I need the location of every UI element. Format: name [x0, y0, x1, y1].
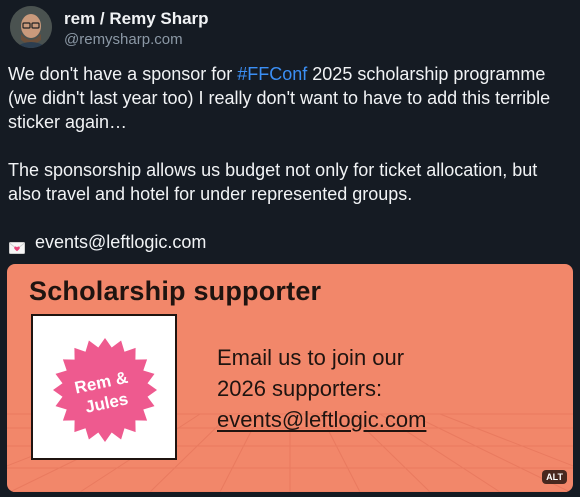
alt-button[interactable]: ALT [542, 470, 567, 484]
hashtag-link[interactable]: #FFConf [237, 64, 307, 84]
post-paragraph-1: We don't have a sponsor for #FFConf 2025… [8, 62, 574, 134]
starburst-badge-icon: Rem & Jules [53, 338, 157, 442]
author-handle[interactable]: @remysharp.com [64, 30, 209, 50]
post-email: events@leftlogic.com [35, 232, 207, 252]
post-body: We don't have a sponsor for #FFConf 2025… [8, 62, 574, 254]
post-email-line: events@leftlogic.com [8, 230, 574, 254]
love-letter-icon [9, 236, 25, 254]
post-text-lead: We don't have a sponsor for [8, 64, 238, 84]
post-header: rem / Remy Sharp @remysharp.com [10, 6, 209, 50]
post-paragraph-2: The sponsorship allows us budget not onl… [8, 160, 538, 204]
sticker-email: events@leftlogic.com [217, 407, 427, 432]
post-image[interactable]: Scholarship supporter Rem & Jules Email … [7, 264, 573, 492]
avatar-image [10, 6, 52, 48]
sticker-title: Scholarship supporter [29, 276, 322, 306]
badge-box: Rem & Jules [31, 314, 177, 460]
sticker-copy-line-2: 2026 supporters: [217, 376, 383, 401]
sticker-copy-line-1: Email us to join our [217, 345, 405, 370]
author-name[interactable]: rem / Remy Sharp [64, 9, 209, 29]
avatar[interactable] [10, 6, 52, 48]
sticker-copy: Email us to join our 2026 supporters: ev… [217, 342, 426, 435]
